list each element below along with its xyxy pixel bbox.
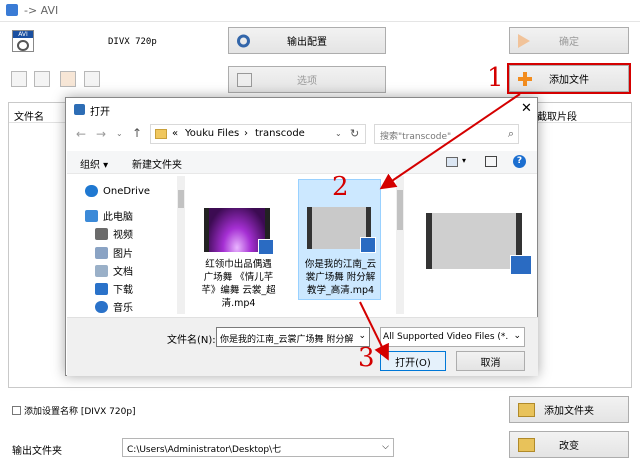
step-2-label: 2 (332, 172, 349, 202)
step-3-label: 3 (358, 343, 375, 373)
arrow-step1-to-file (379, 93, 521, 190)
step-1-label: 1 (487, 63, 504, 93)
annotation-arrows (359, 93, 521, 361)
